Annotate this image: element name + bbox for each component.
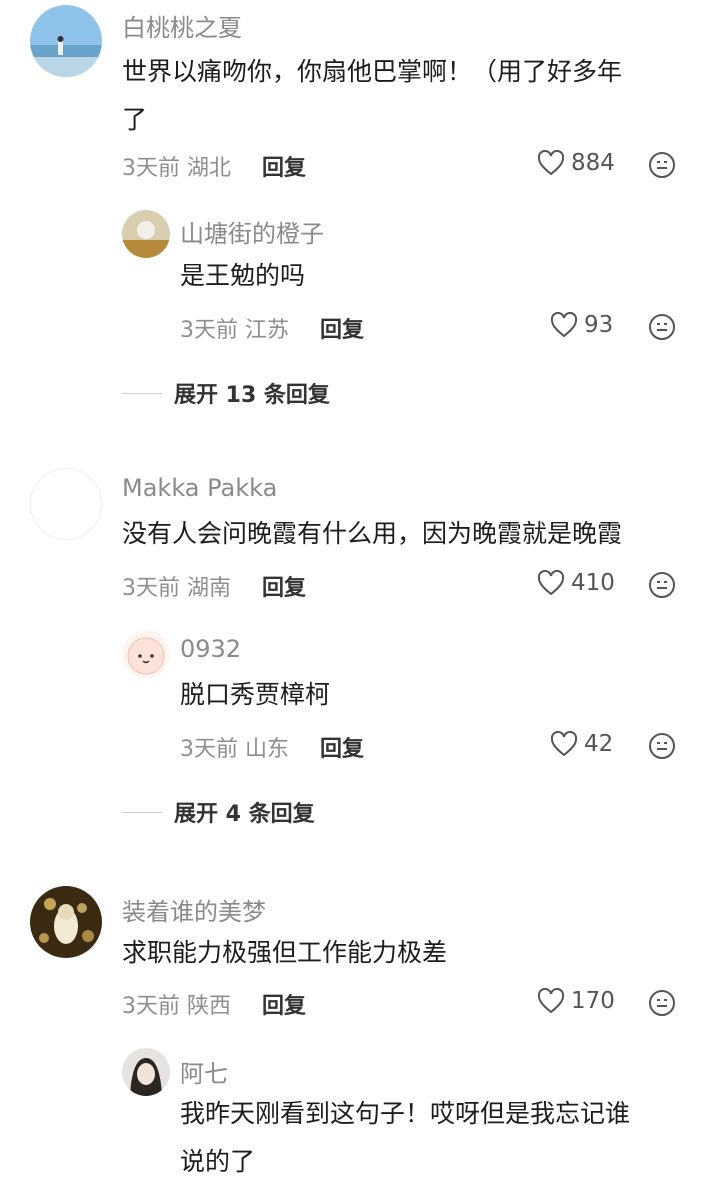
comment-text-line: 世界以痛吻你，你扇他巴掌啊！（用了好多年 <box>122 57 623 86</box>
heart-outline-icon <box>537 988 565 1014</box>
reply-text-line: 我昨天刚看到这句子！哎呀但是我忘记谁 <box>180 1099 631 1128</box>
comment-author[interactable]: Makka Pakka <box>122 474 277 502</box>
like-count: 42 <box>584 731 614 757</box>
like-button[interactable]: 410 <box>537 570 615 596</box>
reply-time: 3天前 <box>180 737 238 762</box>
reply-button[interactable]: 回复 <box>320 731 364 763</box>
smile-face-icon[interactable] <box>648 989 676 1017</box>
smile-face-icon[interactable] <box>648 151 676 179</box>
reply-text-line: 说的了 <box>180 1147 256 1176</box>
avatar[interactable] <box>30 886 102 958</box>
reply-avatar[interactable] <box>122 210 170 258</box>
reply-meta: 3天前 山东 <box>180 731 289 763</box>
like-count: 884 <box>571 150 615 176</box>
reply-meta: 3天前 江苏 <box>180 312 289 344</box>
divider-line <box>122 811 162 813</box>
reply-author[interactable]: 山塘街的橙子 <box>180 214 324 249</box>
heart-outline-icon <box>550 731 578 757</box>
comment-text: 求职能力极强但工作能力极差 <box>122 929 692 977</box>
like-button[interactable]: 42 <box>550 731 613 757</box>
comment-time: 3天前 <box>122 576 180 601</box>
reply-button[interactable]: 回复 <box>262 150 306 182</box>
avatar[interactable] <box>30 5 102 77</box>
reply-author[interactable]: 0932 <box>180 635 241 663</box>
expand-replies-button[interactable]: 展开 4 条回复 <box>122 796 315 828</box>
heart-outline-icon <box>537 150 565 176</box>
reply-text: 我昨天刚看到这句子！哎呀但是我忘记谁 说的了 <box>180 1090 700 1186</box>
like-count: 170 <box>571 988 615 1014</box>
reply-author[interactable]: 阿七 <box>180 1054 228 1089</box>
like-button[interactable]: 884 <box>537 150 615 176</box>
comment-time: 3天前 <box>122 994 180 1019</box>
comment-meta: 3天前 湖南 <box>122 570 231 602</box>
comment-location: 陕西 <box>187 994 232 1019</box>
expand-label: 展开 4 条回复 <box>174 802 315 827</box>
comment-text-line: 了 <box>122 105 148 134</box>
smile-face-icon[interactable] <box>648 571 676 599</box>
comment-location: 湖北 <box>187 156 232 181</box>
reply-avatar[interactable] <box>122 1048 170 1096</box>
comment-meta: 3天前 湖北 <box>122 150 231 182</box>
like-count: 410 <box>571 570 615 596</box>
reply-text: 是王勉的吗 <box>180 261 306 290</box>
expand-label: 展开 13 条回复 <box>174 383 330 408</box>
reply-location: 山东 <box>245 737 290 762</box>
like-button[interactable]: 93 <box>550 312 613 338</box>
smile-face-icon[interactable] <box>648 732 676 760</box>
reply-time: 3天前 <box>180 318 238 343</box>
reply-location: 江苏 <box>245 318 290 343</box>
heart-outline-icon <box>537 570 565 596</box>
comment-text: 没有人会问晚霞有什么用，因为晚霞就是晚霞 <box>122 510 692 558</box>
comment-time: 3天前 <box>122 156 180 181</box>
reply-button[interactable]: 回复 <box>262 570 306 602</box>
comment-author[interactable]: 装着谁的美梦 <box>122 892 266 927</box>
like-button[interactable]: 170 <box>537 988 615 1014</box>
comment-meta: 3天前 陕西 <box>122 988 231 1020</box>
comment-author[interactable]: 白桃桃之夏 <box>122 8 242 43</box>
heart-outline-icon <box>550 312 578 338</box>
reply-button[interactable]: 回复 <box>320 312 364 344</box>
expand-replies-button[interactable]: 展开 13 条回复 <box>122 377 330 409</box>
divider-line <box>122 392 162 394</box>
reply-avatar[interactable] <box>122 630 170 678</box>
comment-text-line: 没有人会问晚霞有什么用，因为晚霞就是晚霞 <box>122 519 623 548</box>
reply-button[interactable]: 回复 <box>262 988 306 1020</box>
comment-text: 世界以痛吻你，你扇他巴掌啊！（用了好多年 了 <box>122 48 692 144</box>
like-count: 93 <box>584 312 614 338</box>
comment-location: 湖南 <box>187 576 232 601</box>
comment-text-line: 求职能力极强但工作能力极差 <box>122 938 448 967</box>
reply-text: 脱口秀贾樟柯 <box>180 680 331 709</box>
smile-face-icon[interactable] <box>648 313 676 341</box>
avatar[interactable] <box>30 468 102 540</box>
